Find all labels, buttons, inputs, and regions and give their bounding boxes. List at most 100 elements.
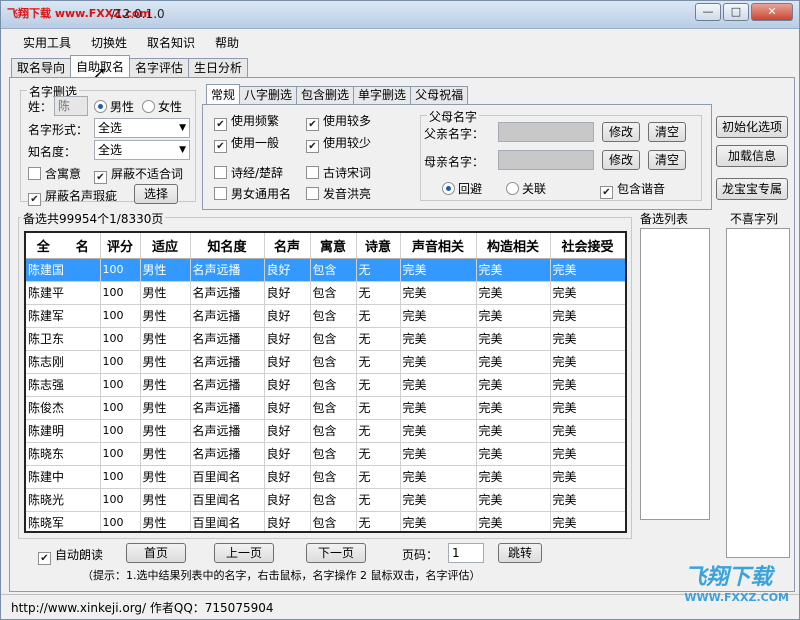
table-row[interactable]: 陈建明 100 男性 名声远播 良好 包含无完美 完美 完美 [26,419,625,443]
block-bad-checkbox[interactable]: ✔ 屏蔽不适合词 [94,165,183,184]
subtab-include[interactable]: 包含删选 [296,86,355,104]
col-fame[interactable]: 知名度 [190,233,265,259]
dislike-list[interactable] [726,228,790,558]
backup-list[interactable] [640,228,710,520]
table-row[interactable]: 陈志刚 100 男性 名声远播 良好 包含无完美 完美 完美 [26,350,625,374]
table-cell: 无 [356,396,401,420]
table-row[interactable]: 陈志强 100 男性 名声远播 良好 包含无完美 完美 完美 [26,373,625,397]
use-more-checkbox[interactable]: ✔ 使用较多 [306,112,371,131]
table-row[interactable]: 陈俊杰 100 男性 名声远播 良好 包含无完美 完美 完美 [26,396,625,420]
table-cell: 完美 [476,442,551,466]
table-cell: 完美 [550,373,625,397]
table-row[interactable]: 陈建中 100 男性 百里闻名 良好 包含无完美 完美 完美 [26,465,625,489]
col-fullname[interactable]: 全 名 [26,233,101,259]
mother-edit-button[interactable]: 修改 [602,150,640,170]
tab-birthday-analysis[interactable]: 生日分析 [188,58,249,77]
gender-male-label: 男性 [110,100,135,114]
app-window: 飞翔下载 www.FXXZ.com /12.0.1.0 — □ ✕ 实用工具 切… [0,0,800,620]
table-cell: 完美 [400,281,477,305]
avoid-radio[interactable]: 回避 [442,180,482,197]
page-input[interactable]: 1 [448,543,484,563]
auto-read-checkbox[interactable]: ✔ 自动朗读 [38,546,103,565]
dragon-baby-button[interactable]: 龙宝宝专属 [716,178,788,200]
mother-name-field[interactable] [498,150,594,170]
block-bad-label: 屏蔽不适合词 [111,167,184,181]
table-cell: 完美 [400,327,477,351]
menu-naming-knowledge[interactable]: 取名知识 [137,31,205,55]
menu-switch-surname[interactable]: 切换姓 [81,31,137,55]
table-row[interactable]: 陈建平 100 男性 名声远播 良好 包含无完美 完美 完美 [26,281,625,305]
table-cell: 无 [356,350,401,374]
tang-song-checkbox[interactable]: 古诗宋词 [306,164,371,181]
mother-label: 母亲名字： [424,155,485,169]
form-select[interactable]: 全选 ▼ [94,118,190,138]
homophone-checkbox[interactable]: ✔ 包含谐音 [600,180,665,199]
col-poetic[interactable]: 诗意 [356,233,401,259]
table-row[interactable]: 陈建军 100 男性 名声远播 良好 包含无完美 完美 完美 [26,304,625,328]
tab-name-evaluation[interactable]: 名字评估 [129,58,190,77]
col-score[interactable]: 评分 [100,233,141,259]
surname-field[interactable]: 陈 [54,96,88,116]
father-name-field[interactable] [498,122,594,142]
table-cell: 包含 [310,373,357,397]
close-button[interactable]: ✕ [751,3,793,21]
jump-button[interactable]: 跳转 [498,543,542,563]
relate-radio[interactable]: 关联 [506,180,546,197]
col-structure[interactable]: 构造相关 [476,233,551,259]
subtab-general[interactable]: 常规 [206,84,241,104]
table-cell: 完美 [400,304,477,328]
col-meaning[interactable]: 寓意 [310,233,357,259]
list-info: 备选共99954个1/8330页 [21,210,166,227]
load-info-button[interactable]: 加载信息 [716,145,788,167]
next-page-button[interactable]: 下一页 [306,543,366,563]
table-row[interactable]: 陈晓军 100 男性 百里闻名 良好 包含无完美 完美 完美 [26,511,625,531]
subtab-single-char[interactable]: 单字删选 [353,86,412,104]
table-row[interactable]: 陈建国 100 男性 名声远播 良好 包含无完美 完美 完美 [26,258,625,282]
table-cell: 完美 [550,511,625,531]
father-edit-button[interactable]: 修改 [602,122,640,142]
sub-tabs: 常规 八字删选 包含删选 单字删选 父母祝福 [206,84,469,104]
use-normal-checkbox[interactable]: ✔ 使用一般 [214,134,279,153]
menu-help[interactable]: 帮助 [205,31,249,55]
prev-page-button[interactable]: 上一页 [214,543,274,563]
gender-female-radio[interactable]: 女性 [142,98,182,115]
loud-checkbox[interactable]: 发音洪亮 [306,185,371,202]
unisex-checkbox[interactable]: 男女通用名 [214,185,291,202]
use-less-checkbox[interactable]: ✔ 使用较少 [306,134,371,153]
poetry-checkbox[interactable]: 诗经/楚辞 [214,164,283,181]
menu-tools[interactable]: 实用工具 [13,31,81,55]
table-cell: 100 [100,488,141,512]
table-cell: 男性 [140,465,191,489]
table-cell: 完美 [550,304,625,328]
table-cell: 男性 [140,304,191,328]
col-gender[interactable]: 适应 [140,233,191,259]
minimize-button[interactable]: — [695,3,721,21]
meaning-checkbox[interactable]: 含寓意 [28,165,81,182]
restore-button[interactable]: □ [723,3,749,21]
tab-naming-guide[interactable]: 取名导向 [11,58,72,77]
table-cell: 完美 [550,281,625,305]
block-flaw-checkbox[interactable]: ✔ 屏蔽名声瑕疵 [28,187,117,206]
table-cell: 完美 [550,419,625,443]
table-cell: 男性 [140,350,191,374]
subtab-bazi[interactable]: 八字删选 [239,86,298,104]
col-sound[interactable]: 声音相关 [400,233,477,259]
col-reputation[interactable]: 名声 [264,233,311,259]
table-row[interactable]: 陈晓东 100 男性 名声远播 良好 包含无完美 完美 完美 [26,442,625,466]
table-cell: 名声远播 [190,304,265,328]
use-frequent-checkbox[interactable]: ✔ 使用频繁 [214,112,279,131]
table-cell: 良好 [264,465,311,489]
table-cell: 完美 [476,419,551,443]
mother-clear-button[interactable]: 清空 [648,150,686,170]
select-button[interactable]: 选择 [134,184,178,204]
gender-male-radio[interactable]: 男性 [94,98,134,115]
col-social[interactable]: 社会接受 [550,233,625,259]
table-row[interactable]: 陈晓光 100 男性 百里闻名 良好 包含无完美 完美 完美 [26,488,625,512]
fame-select[interactable]: 全选 ▼ [94,140,190,160]
table-row[interactable]: 陈卫东 100 男性 名声远播 良好 包含无完美 完美 完美 [26,327,625,351]
father-clear-button[interactable]: 清空 [648,122,686,142]
checkbox-unchecked-icon [306,187,319,200]
init-options-button[interactable]: 初始化选项 [716,116,788,138]
subtab-parent-blessing[interactable]: 父母祝福 [410,86,469,104]
first-page-button[interactable]: 首页 [126,543,186,563]
